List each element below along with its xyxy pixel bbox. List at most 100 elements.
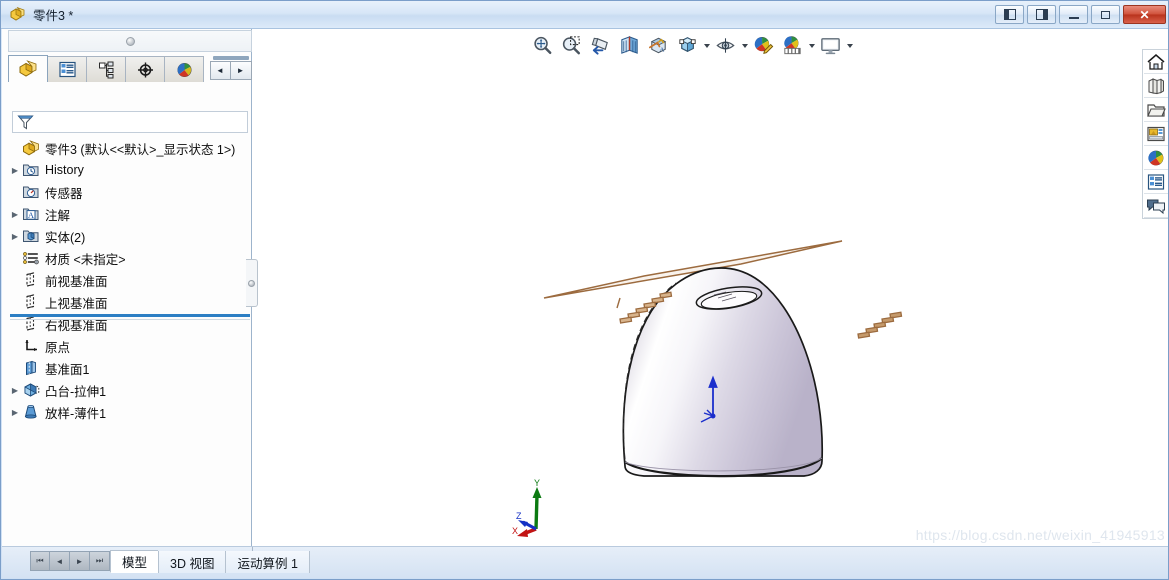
tab-motion-study-1[interactable]: 运动算例 1	[225, 551, 309, 573]
forum-bubble-icon	[1146, 199, 1165, 214]
custom-properties-button[interactable]	[1143, 170, 1168, 194]
tree-item-origin[interactable]: ▶ 原点	[2, 335, 251, 357]
tree-item-part-root[interactable]: ▶ 零件3 (默认<<默认>_显示状态 1>)	[2, 137, 251, 159]
loft-thin-icon	[22, 404, 40, 421]
tree-item-label: 上视基准面	[45, 296, 108, 311]
tab-strip-spacer	[308, 551, 369, 573]
file-folder-icon	[1146, 103, 1166, 117]
tab-3d-views[interactable]: 3D 视图	[158, 551, 226, 573]
tab-prev-button[interactable]: ◄	[50, 551, 70, 571]
tab-scroll-bar	[212, 56, 249, 60]
restore-left-panel-button[interactable]	[995, 5, 1024, 24]
tree-filter-input[interactable]	[35, 115, 235, 129]
history-folder-icon	[22, 162, 40, 179]
material-icon	[22, 250, 40, 267]
document-tabs: ⏮ ◄ ► ⏭ 模型 3D 视图 运动算例 1	[30, 550, 369, 573]
tree-filter-box[interactable]	[12, 111, 248, 133]
tree-item-label: 右视基准面	[45, 318, 108, 333]
tree-item-sensors[interactable]: ▶ 传感器	[2, 181, 251, 203]
tab-property-manager[interactable]	[47, 56, 88, 82]
tree-item-label: 凸台-拉伸1	[45, 384, 107, 399]
minimize-button[interactable]	[1059, 5, 1088, 24]
solid-bodies-folder-icon	[22, 228, 40, 245]
tree-item-label: 材质 <未指定>	[45, 252, 126, 267]
expander-icon[interactable]: ▶	[8, 383, 22, 397]
restore-right-panel-button[interactable]	[1027, 5, 1056, 24]
tree-item-boss-extrude-1[interactable]: ▶ 凸台-拉伸1	[2, 379, 251, 401]
tree-item-label: 实体(2)	[45, 230, 86, 245]
close-button[interactable]: ✕	[1123, 5, 1166, 24]
tab-configuration-manager[interactable]	[86, 56, 127, 82]
expander-icon[interactable]: ▶	[8, 405, 22, 419]
graphics-viewport[interactable]: A Y X Z https://blog.csdn.net/weixin_419…	[252, 29, 1169, 547]
view-palette-button[interactable]	[1143, 122, 1168, 146]
splitter-handle-icon	[248, 279, 255, 287]
tab-display-manager[interactable]	[164, 56, 205, 82]
tree-item-top-plane[interactable]: ▶ 上视基准面	[2, 291, 251, 313]
solidworks-forum-button[interactable]	[1143, 194, 1168, 218]
maximize-button[interactable]	[1091, 5, 1120, 24]
tree-selection-divider	[10, 314, 250, 317]
expander-icon[interactable]: ▶	[8, 163, 22, 177]
tree-item-loft-thin-1[interactable]: ▶ 放样-薄件1	[2, 401, 251, 423]
tree-item-front-plane[interactable]: ▶ 前视基准面	[2, 269, 251, 291]
tab-dimxpert-manager[interactable]	[125, 56, 166, 82]
expander-icon[interactable]: ▶	[8, 229, 22, 243]
custom-properties-icon	[1147, 173, 1164, 190]
tab-model[interactable]: 模型	[110, 550, 159, 573]
application-part-icon	[9, 6, 27, 24]
tree-item-label: 基准面1	[45, 362, 90, 377]
tab-scroll-next-button[interactable]: ►	[230, 61, 252, 80]
tree-item-annotations[interactable]: ▶ A 注解	[2, 203, 251, 225]
design-library-button[interactable]	[1143, 74, 1168, 98]
tree-item-plane-1[interactable]: ▶ 基准面1	[2, 357, 251, 379]
design-library-icon	[1148, 77, 1164, 94]
tab-last-button[interactable]: ⏭	[90, 551, 110, 571]
svg-text:A: A	[28, 209, 35, 219]
boss-extrude-icon	[22, 382, 40, 399]
appearances-sphere-icon	[1147, 150, 1163, 165]
tab-first-button[interactable]: ⏮	[30, 551, 50, 571]
configuration-icon	[98, 61, 114, 78]
task-pane-home-button[interactable]	[1143, 50, 1168, 74]
appearances-scenes-button[interactable]	[1143, 146, 1168, 170]
panel-side-splitter[interactable]	[246, 259, 258, 307]
expander-icon[interactable]: ▶	[8, 207, 22, 221]
tab-scroll-prev-button[interactable]: ◄	[209, 61, 231, 80]
reference-plane-icon	[22, 360, 40, 377]
model-3d-render[interactable]	[252, 29, 1169, 547]
maximize-icon	[1101, 10, 1110, 19]
tree-item-label: 注解	[45, 208, 71, 223]
part-yellow-icon	[22, 139, 40, 157]
viewport-coordinate-triad: Y X Z	[512, 478, 542, 537]
tab-feature-manager-design-tree[interactable]	[8, 55, 49, 82]
svg-text:X: X	[512, 526, 518, 536]
annotation-folder-icon: A	[22, 206, 40, 223]
tab-next-button[interactable]: ►	[70, 551, 90, 571]
panel-top-splitter[interactable]	[8, 30, 252, 52]
plane-icon	[22, 271, 40, 289]
file-explorer-button[interactable]	[1143, 98, 1168, 122]
bottom-tab-bar: ⏮ ◄ ► ⏭ 模型 3D 视图 运动算例 1	[2, 546, 1168, 578]
tab-scroll-controls: ◄ ►	[209, 56, 252, 82]
tree-item-label: 前视基准面	[45, 274, 108, 289]
part-yellow-icon	[19, 60, 37, 77]
minimize-icon	[1068, 16, 1079, 19]
splitter-handle-icon	[125, 36, 135, 46]
svg-text:Z: Z	[516, 511, 522, 521]
tree-item-label: 原点	[45, 340, 71, 355]
window-controls: ✕	[995, 5, 1166, 24]
window-title: 零件3 *	[33, 9, 74, 23]
feature-manager-tab-strip: ◄ ►	[8, 55, 252, 82]
tree-item-material[interactable]: ▶ 材质 <未指定>	[2, 247, 251, 269]
view-palette-icon	[1146, 126, 1165, 141]
title-bar: 零件3 * ✕	[1, 1, 1168, 29]
home-icon	[1147, 53, 1164, 70]
tree-bottom-divider	[10, 319, 250, 320]
tree-item-solid-bodies[interactable]: ▶ 实体(2)	[2, 225, 251, 247]
design-tree: ▶ 零件3 (默认<<默认>_显示状态 1>) ▶	[2, 137, 251, 424]
watermark-text: https://blog.csdn.net/weixin_41945913	[915, 527, 1165, 543]
tree-item-label: 放样-薄件1	[45, 406, 107, 421]
dimxpert-target-icon	[137, 62, 153, 77]
tree-item-history[interactable]: ▶ History	[2, 159, 251, 181]
